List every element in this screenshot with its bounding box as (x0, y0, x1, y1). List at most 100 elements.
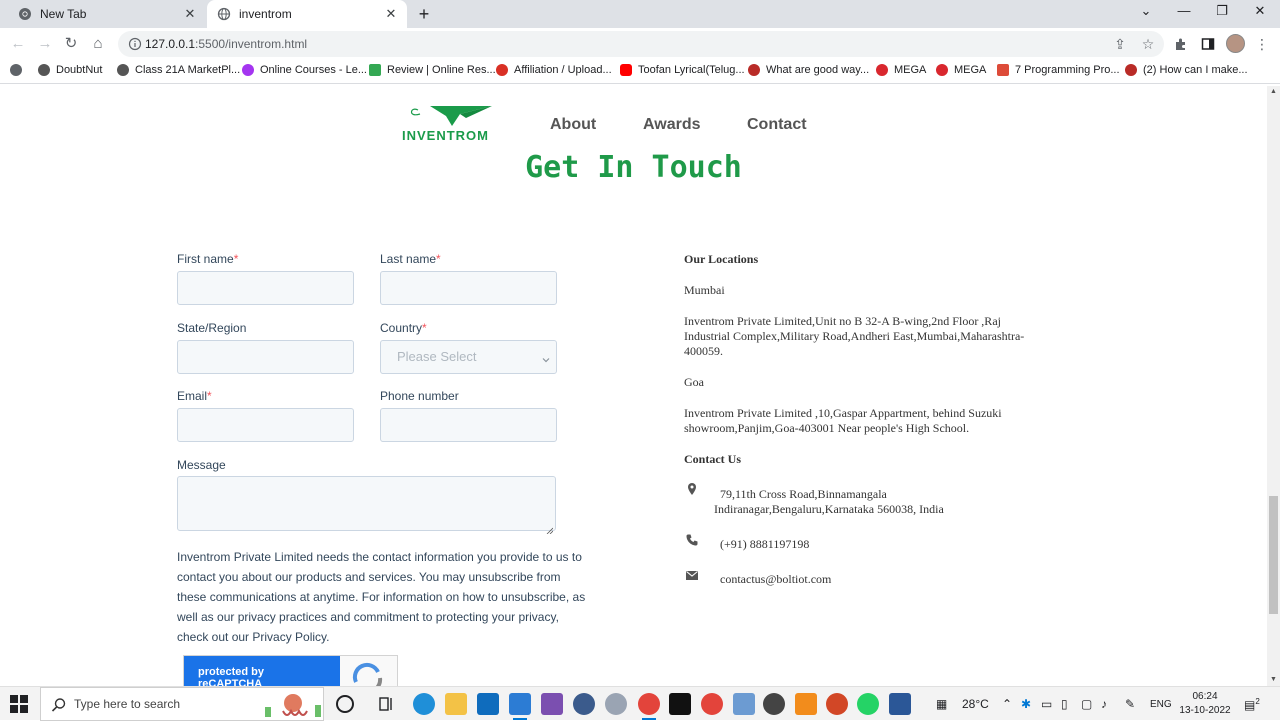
edge-icon[interactable] (413, 693, 435, 715)
restore-icon[interactable]: ❐ (1210, 3, 1234, 19)
volume-icon[interactable]: ♪ (1101, 697, 1107, 711)
bookmark-item[interactable]: DoubtNut (38, 64, 102, 76)
language-indicator[interactable]: ENG (1150, 699, 1172, 710)
star-icon[interactable]: ☆ (1138, 34, 1158, 54)
notifications-icon[interactable]: ▤2 (1244, 697, 1260, 712)
nav-awards[interactable]: Awards (643, 116, 701, 134)
forward-icon[interactable]: → (35, 34, 55, 54)
bookmark-item[interactable]: 7 Programming Pro... (997, 64, 1120, 76)
back-icon[interactable]: ← (8, 34, 28, 54)
app-octopus-icon[interactable] (605, 693, 627, 715)
share-icon[interactable]: ⇪ (1110, 34, 1130, 54)
taskbar-clock[interactable]: 06:24 13-10-2022 (1178, 690, 1232, 718)
task-view-icon[interactable] (375, 693, 397, 715)
word-icon[interactable] (889, 693, 911, 715)
nav-contact[interactable]: Contact (747, 116, 807, 134)
contact-email[interactable]: contactus@boltiot.com (720, 572, 831, 587)
weather-temp[interactable]: 28°C (962, 697, 989, 711)
taskbar-search[interactable]: Type here to search (40, 687, 324, 721)
reload-icon[interactable]: ↻ (61, 34, 81, 54)
info-icon[interactable] (128, 37, 142, 51)
close-tab-icon[interactable]: ✕ (182, 6, 198, 22)
settings-gear-icon[interactable] (763, 693, 785, 715)
state-input[interactable] (177, 340, 354, 374)
last-name-label: Last name* (380, 252, 441, 266)
battery-icon[interactable]: ▯ (1061, 697, 1068, 711)
chrome-taskbar-icon[interactable] (638, 693, 660, 720)
pen-icon[interactable]: ✎ (1125, 697, 1135, 711)
chrome-profile-icon[interactable] (701, 693, 723, 715)
network-icon[interactable]: ▭ (1041, 697, 1052, 711)
new-tab-button[interactable]: + (414, 4, 434, 24)
cortana-icon[interactable] (336, 695, 354, 713)
notes-app-icon[interactable] (541, 693, 563, 715)
bookmark-item[interactable]: Affiliation / Upload... (496, 64, 612, 76)
state-label: State/Region (177, 321, 247, 335)
weather-icon[interactable]: ▦ (936, 697, 947, 711)
page-scrollbar[interactable]: ▲ ▼ (1267, 86, 1280, 686)
message-label: Message (177, 458, 226, 472)
email-input[interactable] (177, 408, 354, 442)
minimize-icon[interactable]: — (1172, 3, 1196, 18)
nav-about[interactable]: About (550, 116, 596, 134)
country-select[interactable]: Please Select (380, 340, 557, 374)
locations-title: Our Locations (684, 252, 759, 266)
tab-inventrom[interactable]: inventrom ✕ (207, 0, 407, 28)
mail-app-icon[interactable] (477, 693, 499, 715)
address-bar[interactable]: 127.0.0.1:5500/inventrom.html ⇪ ☆ (118, 31, 1164, 57)
extensions-icon[interactable] (1171, 34, 1191, 54)
bookmark-item[interactable]: MEGA (876, 64, 926, 76)
powerpoint-icon[interactable] (826, 693, 848, 715)
bookmarks-bar: DoubtNut Class 21A MarketPl... Online Co… (0, 60, 1280, 84)
app-circle-icon[interactable] (573, 693, 595, 715)
contact-phone[interactable]: (+91) 8881197198 (720, 537, 809, 552)
first-name-input[interactable] (177, 271, 354, 305)
bookmark-item[interactable]: MEGA (936, 64, 986, 76)
whatsapp-icon[interactable] (857, 693, 879, 715)
bookmark-item[interactable]: Review | Online Res... (369, 64, 496, 76)
page-viewport: INVENTROM About Awards Contact Get In To… (0, 86, 1267, 686)
privacy-notice: Inventrom Private Limited needs the cont… (177, 550, 586, 644)
close-window-icon[interactable]: ✕ (1248, 3, 1272, 19)
bookmark-favicon-icon (242, 64, 254, 76)
bluetooth-icon[interactable]: ✱ (1021, 697, 1031, 711)
tab-search-icon[interactable]: ⌄ (1134, 3, 1158, 19)
side-panel-icon[interactable] (1198, 34, 1218, 54)
last-name-input[interactable] (380, 271, 557, 305)
vlc-icon[interactable] (795, 693, 817, 715)
bookmark-item[interactable]: (2) How can I make... (1125, 64, 1248, 76)
bookmark-label: 7 Programming Pro... (1015, 64, 1120, 76)
inventrom-logo[interactable]: INVENTROM (400, 104, 512, 144)
file-explorer-icon[interactable] (445, 693, 467, 715)
phone-label: Phone number (380, 389, 459, 403)
bookmark-item[interactable]: Online Courses - Le... (242, 64, 367, 76)
message-textarea[interactable] (177, 476, 556, 535)
pycharm-icon[interactable] (669, 693, 691, 715)
scrollbar-thumb[interactable] (1269, 496, 1278, 614)
bookmark-item[interactable]: Class 21A MarketPl... (117, 64, 240, 76)
resize-grip-icon[interactable] (546, 521, 554, 535)
close-tab-icon[interactable]: ✕ (383, 6, 399, 22)
scroll-up-icon[interactable]: ▲ (1270, 88, 1277, 95)
scroll-down-icon[interactable]: ▼ (1270, 676, 1277, 683)
profile-avatar[interactable] (1226, 34, 1245, 53)
vscode-icon[interactable] (509, 693, 531, 720)
home-icon[interactable]: ⌂ (88, 34, 108, 54)
display-icon[interactable]: ▢ (1081, 697, 1092, 711)
recaptcha-badge[interactable]: protected by reCAPTCHA (183, 655, 398, 686)
bookmark-apps[interactable] (10, 64, 28, 76)
phone-input[interactable] (380, 408, 557, 442)
bookmark-item[interactable]: Toofan Lyrical(Telug... (620, 64, 745, 76)
bookmark-label: MEGA (954, 64, 987, 76)
bookmark-favicon-icon (369, 64, 381, 76)
bookmark-item[interactable]: What are good way... (748, 64, 869, 76)
bookmark-favicon-icon (997, 64, 1009, 76)
globe-icon (217, 7, 231, 21)
bookmark-label: Affiliation / Upload... (514, 64, 612, 76)
tab-title: inventrom (239, 7, 292, 21)
app-blue-icon[interactable] (733, 693, 755, 715)
tab-new-tab[interactable]: New Tab ✕ (8, 0, 206, 28)
menu-kebab-icon[interactable]: ⋮ (1252, 34, 1272, 54)
windows-start-icon[interactable] (10, 695, 28, 713)
tray-chevron-icon[interactable]: ⌃ (1002, 697, 1012, 711)
